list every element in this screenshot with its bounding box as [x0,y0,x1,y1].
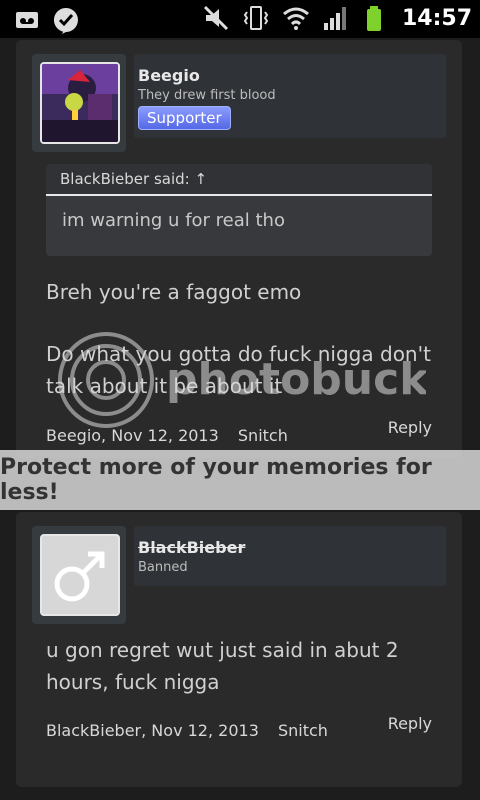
avatar[interactable] [40,62,120,144]
avatar-frame[interactable] [32,54,126,152]
battery-icon [366,6,381,31]
reply-button[interactable]: Reply [388,418,432,437]
post-meta: BlackBieber, Nov 12, 2013 Snitch [46,721,342,740]
vibrate-icon [243,6,269,30]
male-symbol-icon [42,536,118,614]
post-card: BlackBieber Banned u gon regret wut just… [16,512,462,787]
username[interactable]: BlackBieber [138,538,245,557]
mute-icon [203,5,229,31]
signal-icon [323,7,346,30]
post-author-date[interactable]: Beegio, Nov 12, 2013 [46,426,219,445]
clock: 14:57 [401,5,472,31]
snitch-link[interactable]: Snitch [278,721,328,740]
post-meta: Beegio, Nov 12, 2013 Snitch [46,426,302,445]
username[interactable]: Beegio [138,66,200,85]
voicemail-icon [16,12,38,28]
supporter-badge: Supporter [138,106,231,130]
quote-block: BlackBieber said: ↑ im warning u for rea… [46,164,432,256]
avatar-frame[interactable] [32,526,126,624]
promo-banner[interactable]: Protect more of your memories for less! [0,450,480,510]
check-badge-icon [53,8,78,34]
post-author-date[interactable]: BlackBieber, Nov 12, 2013 [46,721,259,740]
message-line: Do what you gotta do fuck nigga don't ta… [46,342,431,398]
quote-body: im warning u for real tho [62,210,285,231]
snitch-link[interactable]: Snitch [238,426,288,445]
reply-button[interactable]: Reply [388,714,432,733]
user-info: Beegio They drew first blood Supporter [134,54,446,138]
post-card: Beegio They drew first blood Supporter B… [16,40,462,458]
promo-banner-text: Protect more of your memories for less! [0,455,432,505]
quote-header[interactable]: BlackBieber said: ↑ [46,164,432,196]
wifi-icon [283,7,309,30]
avatar-image [42,64,118,142]
message-line: Breh you're a faggot emo [46,280,302,304]
avatar[interactable] [40,534,120,616]
message-line: u gon regret wut just said in abut 2 hou… [46,638,399,694]
user-title: Banned [138,560,188,575]
user-info: BlackBieber Banned [134,526,446,586]
status-bar: 14:57 [0,0,480,38]
user-title: They drew first blood [138,88,276,103]
